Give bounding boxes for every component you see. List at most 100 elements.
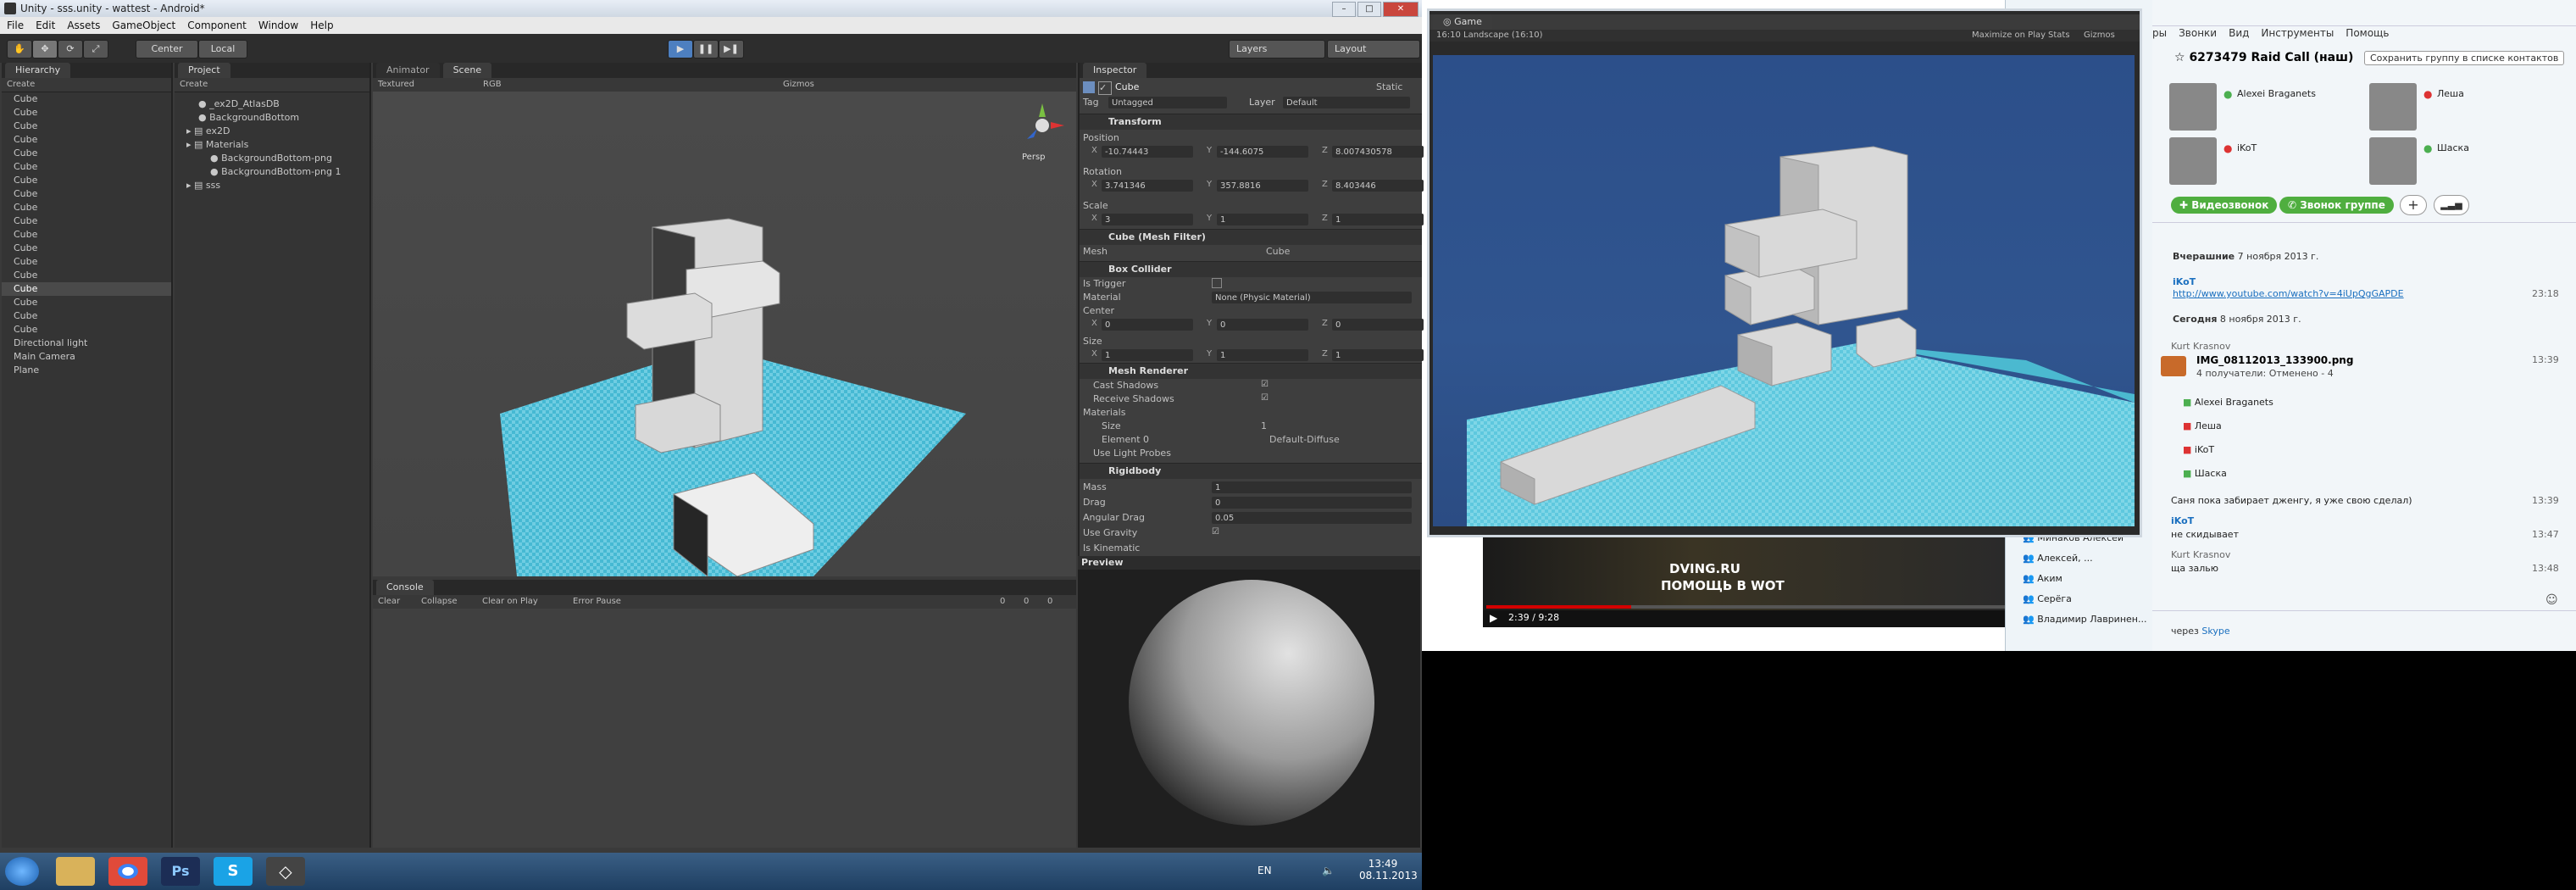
material-field[interactable]: None (Physic Material) [1212,292,1412,303]
clock[interactable]: 13:49 08.11.2013 [1359,858,1418,882]
skype-menu-item[interactable]: Вид [2229,27,2249,39]
play-icon[interactable]: ▶ [1490,612,1497,624]
project-item[interactable]: ▸ ▤ Materials [175,138,369,152]
chat-file[interactable]: IMG_08112013_133900.png [2196,354,2353,366]
hierarchy-item[interactable]: Cube [2,92,171,106]
menu-assets[interactable]: Assets [67,19,100,31]
x-field[interactable]: -10.74443 [1102,146,1193,158]
hierarchy-item[interactable]: Main Camera [2,350,171,364]
error-icon[interactable]: 0 [1047,595,1052,609]
info-icon[interactable]: 0 [1000,595,1005,609]
recipient[interactable]: ■ Шаска [2183,468,2395,492]
hierarchy-item[interactable]: Cube [2,147,171,160]
drag-field[interactable]: 0 [1212,497,1412,509]
console-clear-on-play-button[interactable]: Clear on Play [482,595,538,609]
y-field[interactable]: 357.8816 [1217,180,1308,192]
step-button[interactable]: ▶❚ [719,40,744,58]
close-icon[interactable]: ✕ [1383,2,1418,17]
photoshop-icon[interactable]: Ps [161,857,200,886]
tab-animator[interactable]: Animator [376,63,440,78]
unity-taskbar-icon[interactable]: ◇ [266,857,305,886]
scale-tool-icon[interactable]: ⤢ [83,40,108,58]
hierarchy-item[interactable]: Cube [2,255,171,269]
y-field[interactable]: 1 [1217,349,1308,361]
shading-dropdown[interactable]: Textured [378,78,414,92]
persp-label[interactable]: Persp [1022,153,1046,162]
video-progress-track[interactable] [1486,605,2005,609]
warning-icon[interactable]: 0 [1024,595,1029,609]
video-player[interactable]: DVING.RU ПОМОЩЬ В WOT 2:39 / 9:28 ▶ [1483,534,2008,627]
box-collider-header[interactable]: Box Collider [1080,261,1422,277]
group-member[interactable]: ● Леша [2369,83,2564,131]
skype-menu-item[interactable]: ры [2152,27,2167,39]
maximize-on-play-toggle[interactable]: Maximize on Play [1972,30,2046,42]
tab-game[interactable]: ◎ Game [1433,14,1492,30]
materials-foldout[interactable]: Materials [1083,407,1125,418]
hierarchy-item[interactable]: Cube [2,133,171,147]
project-item[interactable]: ▸ ▤ ex2D [175,125,369,138]
hierarchy-item[interactable]: Cube [2,174,171,187]
chrome-icon[interactable] [108,857,147,886]
element-value[interactable]: Default-Diffuse [1269,434,1340,445]
hierarchy-item[interactable]: Cube [2,160,171,174]
project-item[interactable]: ● BackgroundBottom-png [175,152,369,165]
tab-hierarchy[interactable]: Hierarchy [5,63,71,78]
menu-help[interactable]: Help [310,19,333,31]
file-thumbnail[interactable] [2161,356,2186,376]
minimize-icon[interactable]: – [1332,2,1356,17]
aspect-dropdown[interactable]: 16:10 Landscape (16:10) [1436,30,1543,42]
layer-dropdown[interactable]: Default [1283,97,1410,108]
hierarchy-item[interactable]: Cube [2,187,171,201]
console-collapse-button[interactable]: Collapse [421,595,458,609]
is-trigger-checkbox[interactable] [1212,278,1222,288]
play-button[interactable]: ▶ [668,40,693,58]
scene-gizmo-axes[interactable] [1017,100,1068,151]
group-member[interactable]: ● Шаска [2369,137,2564,185]
angular-drag-field[interactable]: 0.05 [1212,512,1412,524]
add-icon[interactable]: + [2400,195,2427,215]
tab-scene[interactable]: Scene [442,63,492,78]
preview-sphere[interactable] [1129,580,1374,826]
gizmos-dropdown[interactable]: Gizmos [2084,30,2115,42]
tab-console[interactable]: Console [376,580,434,595]
render-mode-dropdown[interactable]: RGB [483,78,502,92]
console-error-pause-button[interactable]: Error Pause [573,595,621,609]
maximize-icon[interactable]: □ [1357,2,1381,17]
z-field[interactable]: 1 [1332,214,1424,225]
hierarchy-item[interactable]: Cube [2,296,171,309]
group-call-button[interactable]: ✆ Звонок группе [2279,197,2394,214]
contact-item[interactable]: 👥 Владимир Лавринен... [2023,614,2150,634]
x-field[interactable]: 3.741346 [1102,180,1193,192]
y-field[interactable]: 0 [1217,319,1308,331]
hierarchy-item[interactable]: Cube [2,214,171,228]
hierarchy-item[interactable]: Cube [2,201,171,214]
project-item[interactable]: ▸ ▤ sss [175,179,369,192]
mesh-value[interactable]: Cube [1266,246,1290,257]
hierarchy-item[interactable]: Cube [2,269,171,282]
menu-gameobject[interactable]: GameObject [112,19,175,31]
cast-shadows-checkbox[interactable]: ☑ [1261,380,1269,389]
menu-window[interactable]: Window [258,19,298,31]
z-field[interactable]: 0 [1332,319,1424,331]
hierarchy-item[interactable]: Cube [2,323,171,337]
start-button[interactable] [5,857,39,886]
tab-project[interactable]: Project [178,63,230,78]
transform-header[interactable]: Transform [1080,114,1422,130]
tab-inspector[interactable]: Inspector [1083,63,1147,78]
layers-dropdown[interactable]: Layers [1229,40,1325,58]
pivot-toggle[interactable]: Center [136,40,198,58]
game-viewport[interactable] [1433,55,2135,526]
recipient[interactable]: ■ iKoT [2183,444,2395,468]
rotate-tool-icon[interactable]: ⟳ [58,40,83,58]
menu-component[interactable]: Component [187,19,247,31]
save-group-button[interactable]: Сохранить группу в списке контактов [2364,51,2565,65]
project-create[interactable]: Create [175,78,369,92]
static-toggle[interactable]: Static [1376,81,1402,92]
contact-item[interactable]: 👥 Серёга [2023,593,2150,614]
gizmos-dropdown[interactable]: Gizmos [783,78,814,92]
space-toggle[interactable]: Local [198,40,247,58]
rigidbody-header[interactable]: Rigidbody [1080,463,1422,479]
use-gravity-checkbox[interactable]: ☑ [1212,527,1219,537]
contact-item[interactable]: 👥 Алексей, ... [2023,553,2150,573]
menu-edit[interactable]: Edit [36,19,55,31]
